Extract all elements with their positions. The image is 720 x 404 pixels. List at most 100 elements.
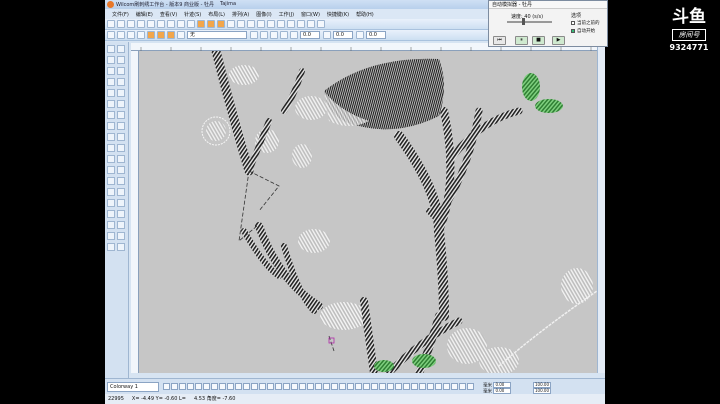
value-field-c[interactable]: 0.0 (366, 31, 386, 39)
swatch-1[interactable] (163, 383, 170, 390)
tool-gradient-icon[interactable] (107, 210, 115, 218)
tool-applique-icon[interactable] (107, 122, 115, 130)
tool-border-icon[interactable] (117, 221, 125, 229)
tool-layer-icon[interactable] (107, 243, 115, 251)
swatch-39[interactable] (467, 383, 474, 390)
tool-column-icon[interactable] (107, 67, 115, 75)
swatch-21[interactable] (323, 383, 330, 390)
play-button[interactable]: ▶ (552, 36, 565, 45)
swatch-36[interactable] (443, 383, 450, 390)
fill-type-icon[interactable] (147, 31, 155, 39)
tool-motif-icon[interactable] (107, 188, 115, 196)
cut-icon[interactable] (147, 20, 155, 28)
swatch-32[interactable] (411, 383, 418, 390)
menu-layout[interactable]: 布局(L) (208, 11, 225, 18)
swatch-20[interactable] (315, 383, 322, 390)
tool-complex-fill-icon[interactable] (107, 78, 115, 86)
swatch-4[interactable] (187, 383, 194, 390)
tool-offset-icon[interactable] (107, 221, 115, 229)
rotate-icon[interactable] (127, 31, 135, 39)
show-image-icon[interactable] (287, 20, 295, 28)
lock-icon[interactable] (250, 31, 258, 39)
swatch-11[interactable] (243, 383, 250, 390)
swatch-23[interactable] (339, 383, 346, 390)
swatch-5[interactable] (195, 383, 202, 390)
satin-icon[interactable] (157, 31, 165, 39)
tool-reference-icon[interactable] (117, 232, 125, 240)
redo-icon[interactable] (187, 20, 195, 28)
menu-stitch[interactable]: 针迹(S) (184, 11, 201, 18)
swatch-22[interactable] (331, 383, 338, 390)
tool-knife-icon[interactable] (107, 111, 115, 119)
swatch-16[interactable] (283, 383, 290, 390)
colorway-select[interactable]: Colorway 1 (107, 382, 159, 392)
menu-image[interactable]: 图像(I) (256, 11, 271, 18)
tool-select-icon[interactable] (107, 45, 115, 53)
show-outlines-icon[interactable] (277, 20, 285, 28)
underlay-icon[interactable] (177, 31, 185, 39)
tool-color-change-icon[interactable] (107, 166, 115, 174)
swatch-10[interactable] (235, 383, 242, 390)
paste-icon[interactable] (167, 20, 175, 28)
stop-button[interactable]: ■ (532, 36, 545, 45)
rewind-button[interactable]: ⏮ (493, 36, 506, 45)
option-before-current[interactable]: 当前之前的 (571, 20, 600, 26)
checkbox-checked-icon[interactable] (571, 29, 575, 33)
tool-trim-icon[interactable] (117, 155, 125, 163)
checkbox-icon[interactable] (571, 21, 575, 25)
swatch-35[interactable] (435, 383, 442, 390)
tool-stop-icon[interactable] (117, 166, 125, 174)
swatch-17[interactable] (291, 383, 298, 390)
tool-repeat-icon[interactable] (117, 133, 125, 141)
option-auto-start[interactable]: 自动开始 (571, 28, 595, 34)
menu-view[interactable]: 查看(V) (160, 11, 177, 18)
unlock-icon[interactable] (260, 31, 268, 39)
color-icon[interactable] (290, 31, 298, 39)
swatch-24[interactable] (347, 383, 354, 390)
align-icon[interactable] (107, 31, 115, 39)
tool-turning-icon[interactable] (117, 78, 125, 86)
tool-jump-icon[interactable] (107, 155, 115, 163)
swatch-33[interactable] (419, 383, 426, 390)
undo-icon[interactable] (177, 20, 185, 28)
tool-carve-icon[interactable] (117, 199, 125, 207)
select-object-icon[interactable] (197, 20, 205, 28)
print-icon[interactable] (137, 20, 145, 28)
menu-window[interactable]: 窗口(W) (301, 11, 320, 18)
simulator-icon[interactable] (317, 20, 325, 28)
travel-icon[interactable] (307, 20, 315, 28)
stitch-edit-icon[interactable] (217, 20, 225, 28)
mirror-icon[interactable] (117, 31, 125, 39)
swatch-37[interactable] (451, 383, 458, 390)
swatch-26[interactable] (363, 383, 370, 390)
spin-b-icon[interactable] (356, 31, 364, 39)
tool-text-icon[interactable] (107, 100, 115, 108)
value-field-a[interactable]: 0.0 (300, 31, 320, 39)
swatch-7[interactable] (211, 383, 218, 390)
pause-button[interactable]: ⏸ (515, 36, 528, 45)
zoom-in-icon[interactable] (227, 20, 235, 28)
swatch-12[interactable] (251, 383, 258, 390)
tool-hoop-icon[interactable] (117, 243, 125, 251)
swatch-3[interactable] (179, 383, 186, 390)
tool-sequin-icon[interactable] (107, 177, 115, 185)
hide-icon[interactable] (270, 31, 278, 39)
vertical-scrollbar[interactable] (597, 43, 605, 373)
menu-arrange[interactable]: 排列(A) (232, 11, 249, 18)
stitch-type-select[interactable]: 无 (187, 31, 247, 39)
speed-slider-track[interactable] (507, 21, 552, 23)
swatch-28[interactable] (379, 383, 386, 390)
swatch-18[interactable] (299, 383, 306, 390)
tool-backtrack-icon[interactable] (107, 133, 115, 141)
swatch-30[interactable] (395, 383, 402, 390)
swatch-6[interactable] (203, 383, 210, 390)
tool-curve-icon[interactable] (117, 210, 125, 218)
open-file-icon[interactable] (117, 20, 125, 28)
menu-help[interactable]: 帮助(H) (356, 11, 374, 18)
tatami-icon[interactable] (167, 31, 175, 39)
tool-monogram-icon[interactable] (117, 100, 125, 108)
reshape-icon[interactable] (207, 20, 215, 28)
new-file-icon[interactable] (107, 20, 115, 28)
tool-pattern-icon[interactable] (117, 188, 125, 196)
show-stitches-icon[interactable] (267, 20, 275, 28)
